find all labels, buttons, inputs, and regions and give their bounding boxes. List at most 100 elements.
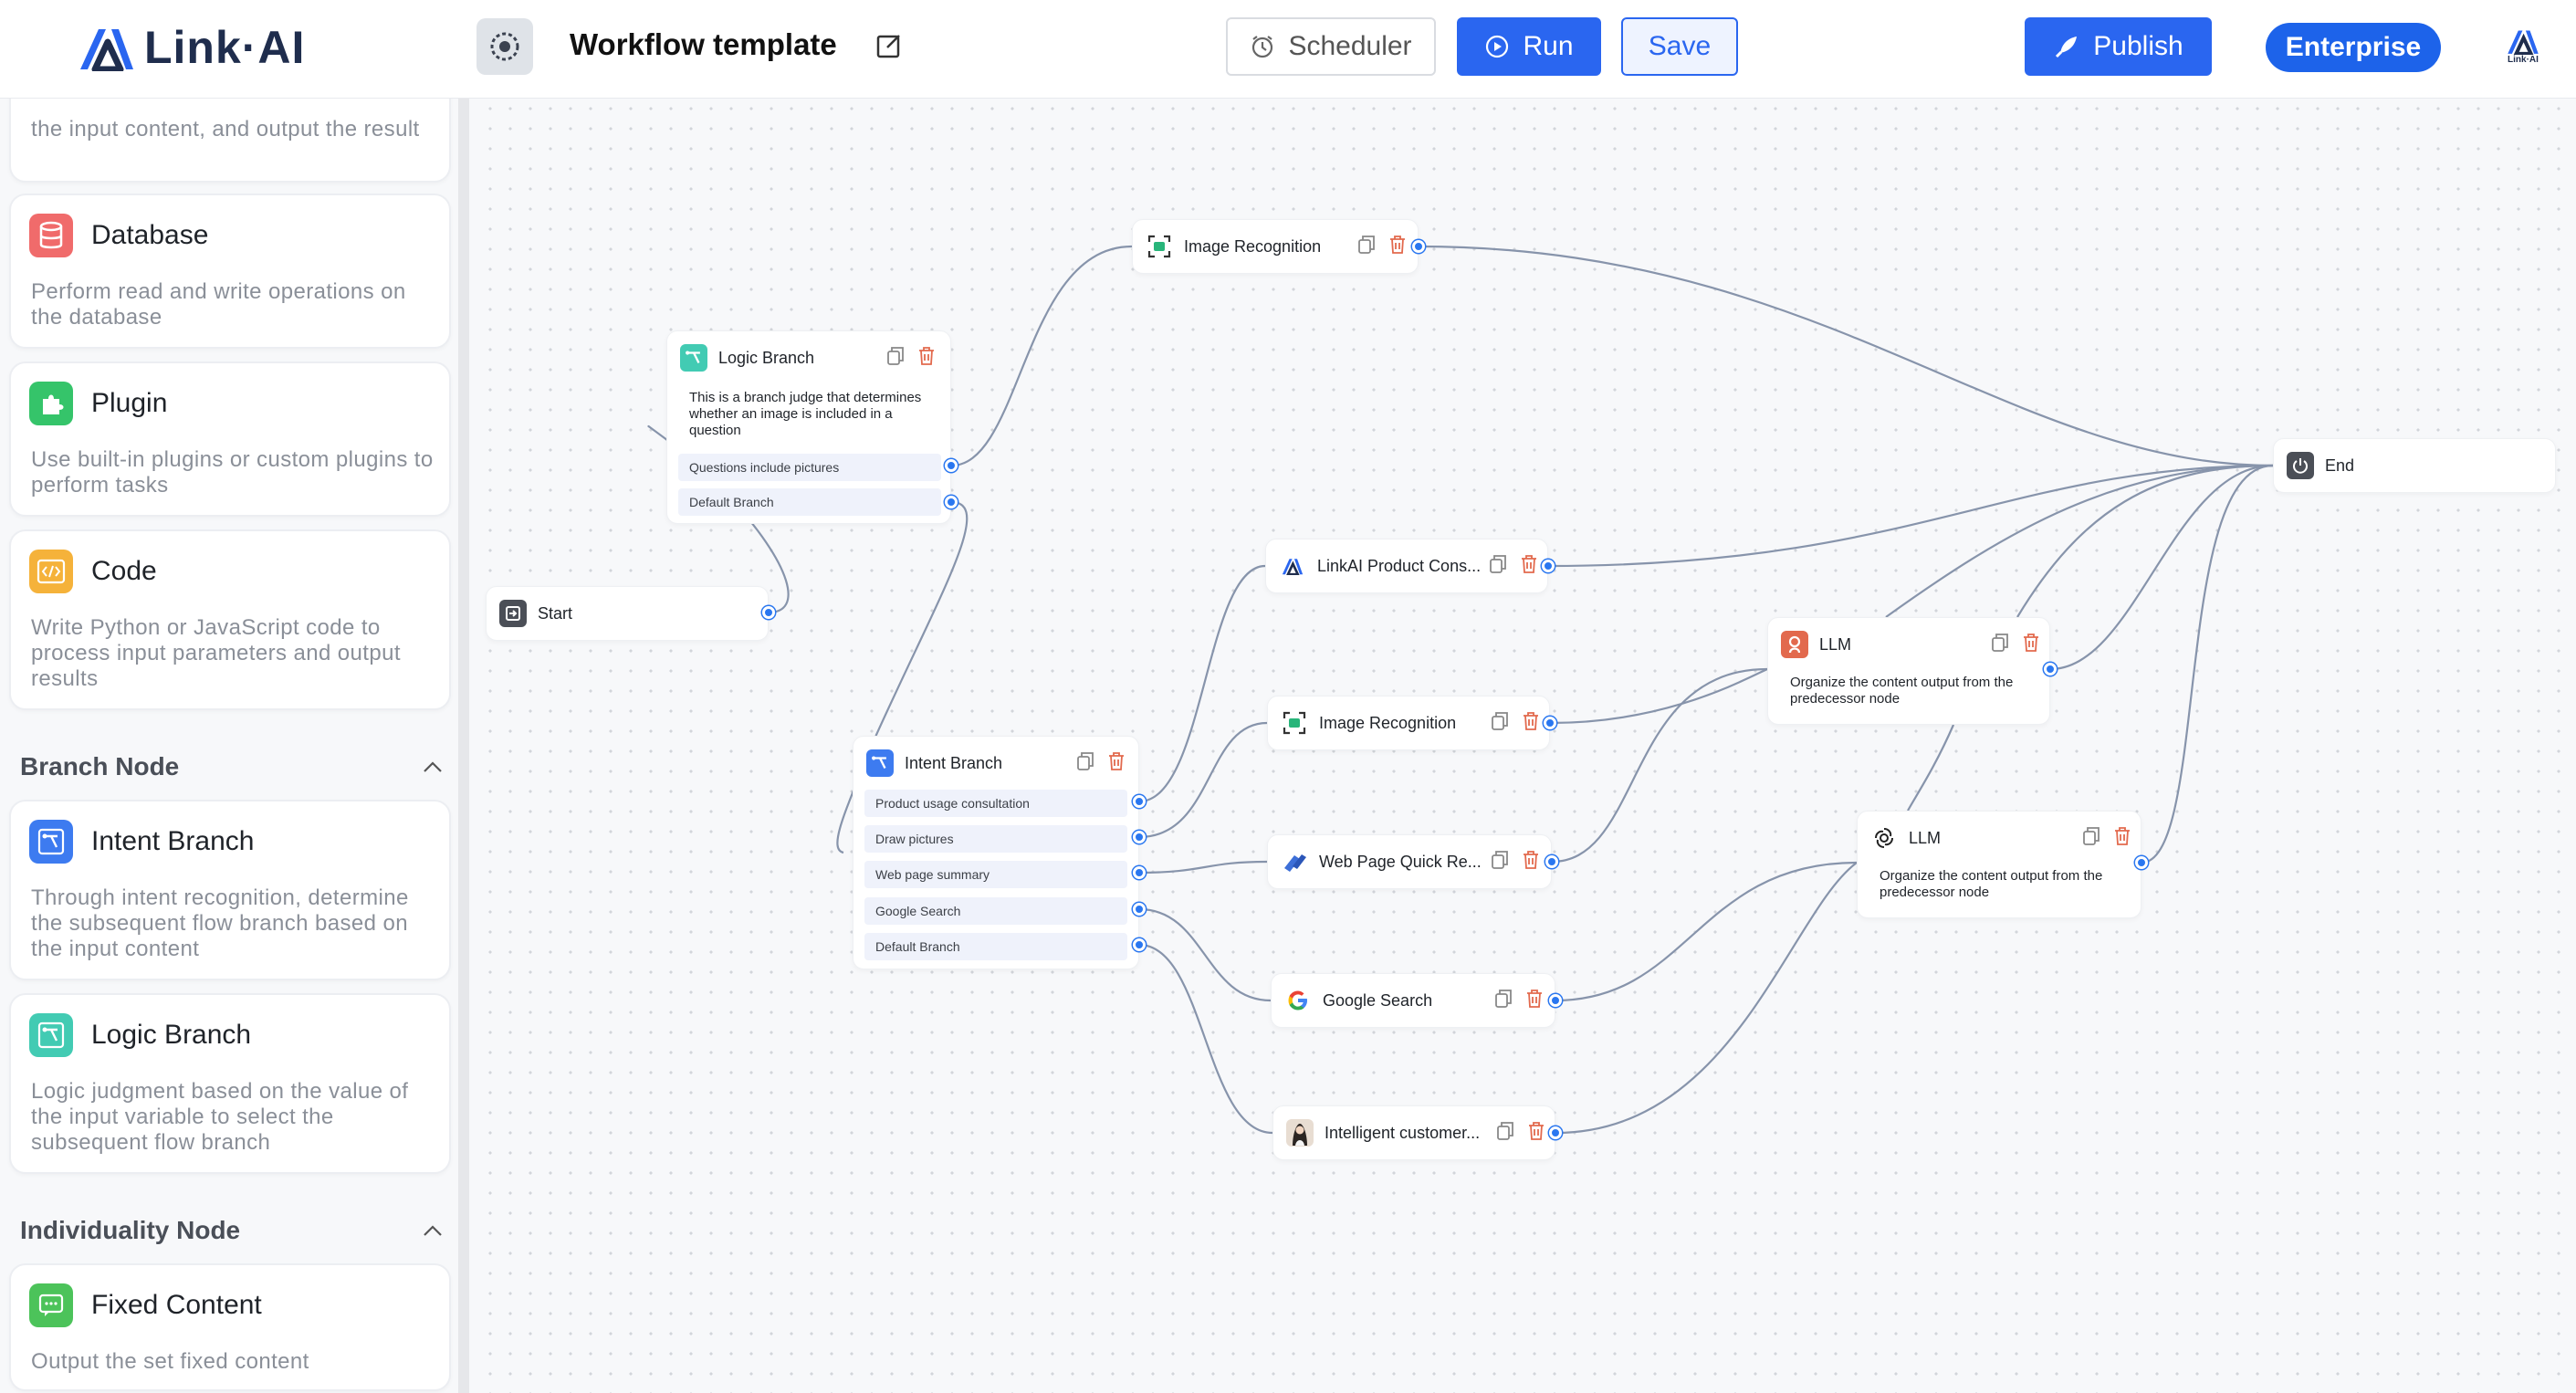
enterprise-button[interactable]: Enterprise — [2266, 23, 2441, 72]
delete-icon[interactable] — [1527, 1121, 1545, 1141]
node-llm-2[interactable]: LLM Organize the content output from the… — [1857, 811, 2141, 918]
node-title: Intent Branch — [905, 753, 1003, 772]
output-port[interactable] — [1544, 717, 1556, 729]
node-image-recognition-top[interactable]: Image Recognition — [1132, 219, 1419, 274]
node-card-title: Code — [91, 556, 157, 586]
copy-icon[interactable] — [886, 346, 905, 366]
app-avatar[interactable] — [476, 18, 533, 75]
branch-option[interactable]: Questions include pictures — [678, 454, 941, 481]
app-logo-icon — [490, 32, 519, 61]
chevron-up-icon[interactable] — [422, 1223, 444, 1238]
partial-node-card[interactable]: the input content, and output the result — [9, 99, 451, 183]
chevron-up-icon[interactable] — [422, 759, 444, 774]
start-icon — [499, 600, 527, 627]
node-palette-sidebar: the input content, and output the result… — [0, 99, 469, 1393]
publish-button[interactable]: Publish — [2025, 17, 2212, 76]
branch-option[interactable]: Google Search — [864, 897, 1127, 925]
output-port[interactable] — [1133, 831, 1146, 843]
output-port[interactable] — [2135, 856, 2148, 869]
save-label: Save — [1648, 31, 1712, 61]
node-card-database[interactable]: Database Perform read and write operatio… — [9, 194, 451, 349]
enterprise-label: Enterprise — [2285, 32, 2422, 62]
page-title: Workflow template — [570, 27, 837, 61]
output-port[interactable] — [945, 496, 958, 508]
copy-icon[interactable] — [1491, 711, 1509, 731]
node-card-intent-branch[interactable]: Intent Branch Through intent recognition… — [9, 800, 451, 980]
branch-option[interactable]: Product usage consultation — [864, 790, 1127, 817]
output-port[interactable] — [945, 459, 958, 472]
branch-option[interactable]: Draw pictures — [864, 825, 1127, 853]
node-card-desc: Output the set fixed content — [31, 1349, 309, 1374]
output-port[interactable] — [1133, 903, 1146, 916]
delete-icon[interactable] — [1107, 751, 1126, 771]
node-card-logic-branch[interactable]: Logic Branch Logic judgment based on the… — [9, 993, 451, 1174]
branch-option[interactable]: Default Branch — [864, 933, 1127, 960]
node-card-code[interactable]: Code Write Python or JavaScript code to … — [9, 529, 451, 710]
node-card-title: Logic Branch — [91, 1020, 252, 1050]
output-port[interactable] — [762, 606, 775, 619]
delete-icon[interactable] — [2113, 826, 2131, 846]
output-port[interactable] — [1545, 855, 1558, 868]
node-card-title: Database — [91, 220, 209, 250]
copy-icon[interactable] — [1357, 235, 1376, 255]
delete-icon[interactable] — [917, 346, 936, 366]
node-logic-branch[interactable]: Logic Branch This is a branch judge that… — [666, 330, 951, 524]
google-icon — [1284, 987, 1312, 1014]
output-port[interactable] — [1542, 560, 1555, 572]
delete-icon[interactable] — [1520, 554, 1538, 574]
edit-icon[interactable] — [874, 31, 904, 60]
scheduler-button[interactable]: Scheduler — [1226, 17, 1436, 76]
node-start[interactable]: Start — [486, 586, 769, 641]
node-card-fixed-content[interactable]: Fixed Content Output the set fixed conte… — [9, 1263, 451, 1391]
output-port[interactable] — [1549, 1126, 1562, 1139]
node-title: Google Search — [1323, 990, 1433, 1010]
node-title: Logic Branch — [718, 348, 815, 367]
node-card-title: Plugin — [91, 388, 168, 418]
avatar-label: Link·AI — [2508, 55, 2539, 65]
copy-icon[interactable] — [2082, 826, 2100, 846]
copy-icon[interactable] — [1494, 989, 1513, 1009]
node-end[interactable]: End — [2273, 438, 2556, 493]
branch-option[interactable]: Default Branch — [678, 488, 941, 516]
branch-option[interactable]: Web page summary — [864, 861, 1127, 888]
node-llm-1[interactable]: LLM Organize the content output from the… — [1767, 617, 2050, 725]
node-title: Image Recognition — [1184, 236, 1322, 256]
output-port[interactable] — [1549, 994, 1562, 1007]
delete-icon[interactable] — [1388, 235, 1407, 255]
user-avatar[interactable]: Link·AI — [2501, 27, 2545, 69]
output-port[interactable] — [1133, 795, 1146, 808]
alarm-clock-icon — [1252, 36, 1273, 58]
node-intent-branch[interactable]: Intent Branch Product usage consultation… — [853, 736, 1139, 969]
copy-icon[interactable] — [1491, 850, 1509, 870]
delete-icon[interactable] — [1522, 711, 1540, 731]
output-port[interactable] — [2044, 663, 2057, 676]
node-card-desc: Use built-in plugins or custom plugins t… — [31, 447, 434, 498]
node-card-plugin[interactable]: Plugin Use built-in plugins or custom pl… — [9, 361, 451, 517]
output-port[interactable] — [1133, 866, 1146, 879]
copy-icon[interactable] — [1991, 633, 2009, 653]
output-port[interactable] — [1133, 938, 1146, 951]
copy-icon[interactable] — [1489, 554, 1507, 574]
node-card-desc: Write Python or JavaScript code to proce… — [31, 615, 401, 691]
node-image-recognition-mid[interactable]: Image Recognition — [1267, 696, 1550, 750]
publish-label: Publish — [2093, 31, 2183, 61]
node-intelligent-customer[interactable]: Intelligent customer... — [1272, 1105, 1555, 1160]
delete-icon[interactable] — [1522, 850, 1540, 870]
power-icon — [2287, 452, 2314, 479]
node-google-search[interactable]: Google Search — [1271, 973, 1555, 1028]
node-title: LLM — [1909, 828, 1942, 847]
copy-icon[interactable] — [1076, 751, 1094, 771]
node-description: Organize the content output from the pre… — [1790, 675, 2014, 707]
node-linkai-product[interactable]: LinkAI Product Cons... — [1265, 539, 1548, 593]
node-title: LLM — [1819, 634, 1852, 654]
copy-icon[interactable] — [1496, 1121, 1514, 1141]
partial-card-desc: the input content, and output the result — [31, 117, 420, 141]
output-port[interactable] — [1412, 240, 1425, 253]
run-button[interactable]: Run — [1457, 17, 1601, 76]
delete-icon[interactable] — [2022, 633, 2040, 653]
delete-icon[interactable] — [1525, 989, 1544, 1009]
save-button[interactable]: Save — [1621, 17, 1738, 76]
linkai-logo-icon — [80, 29, 133, 71]
brand-logo[interactable]: Link·AI — [79, 18, 305, 77]
node-web-page-quick-read[interactable]: Web Page Quick Re... — [1267, 834, 1552, 889]
